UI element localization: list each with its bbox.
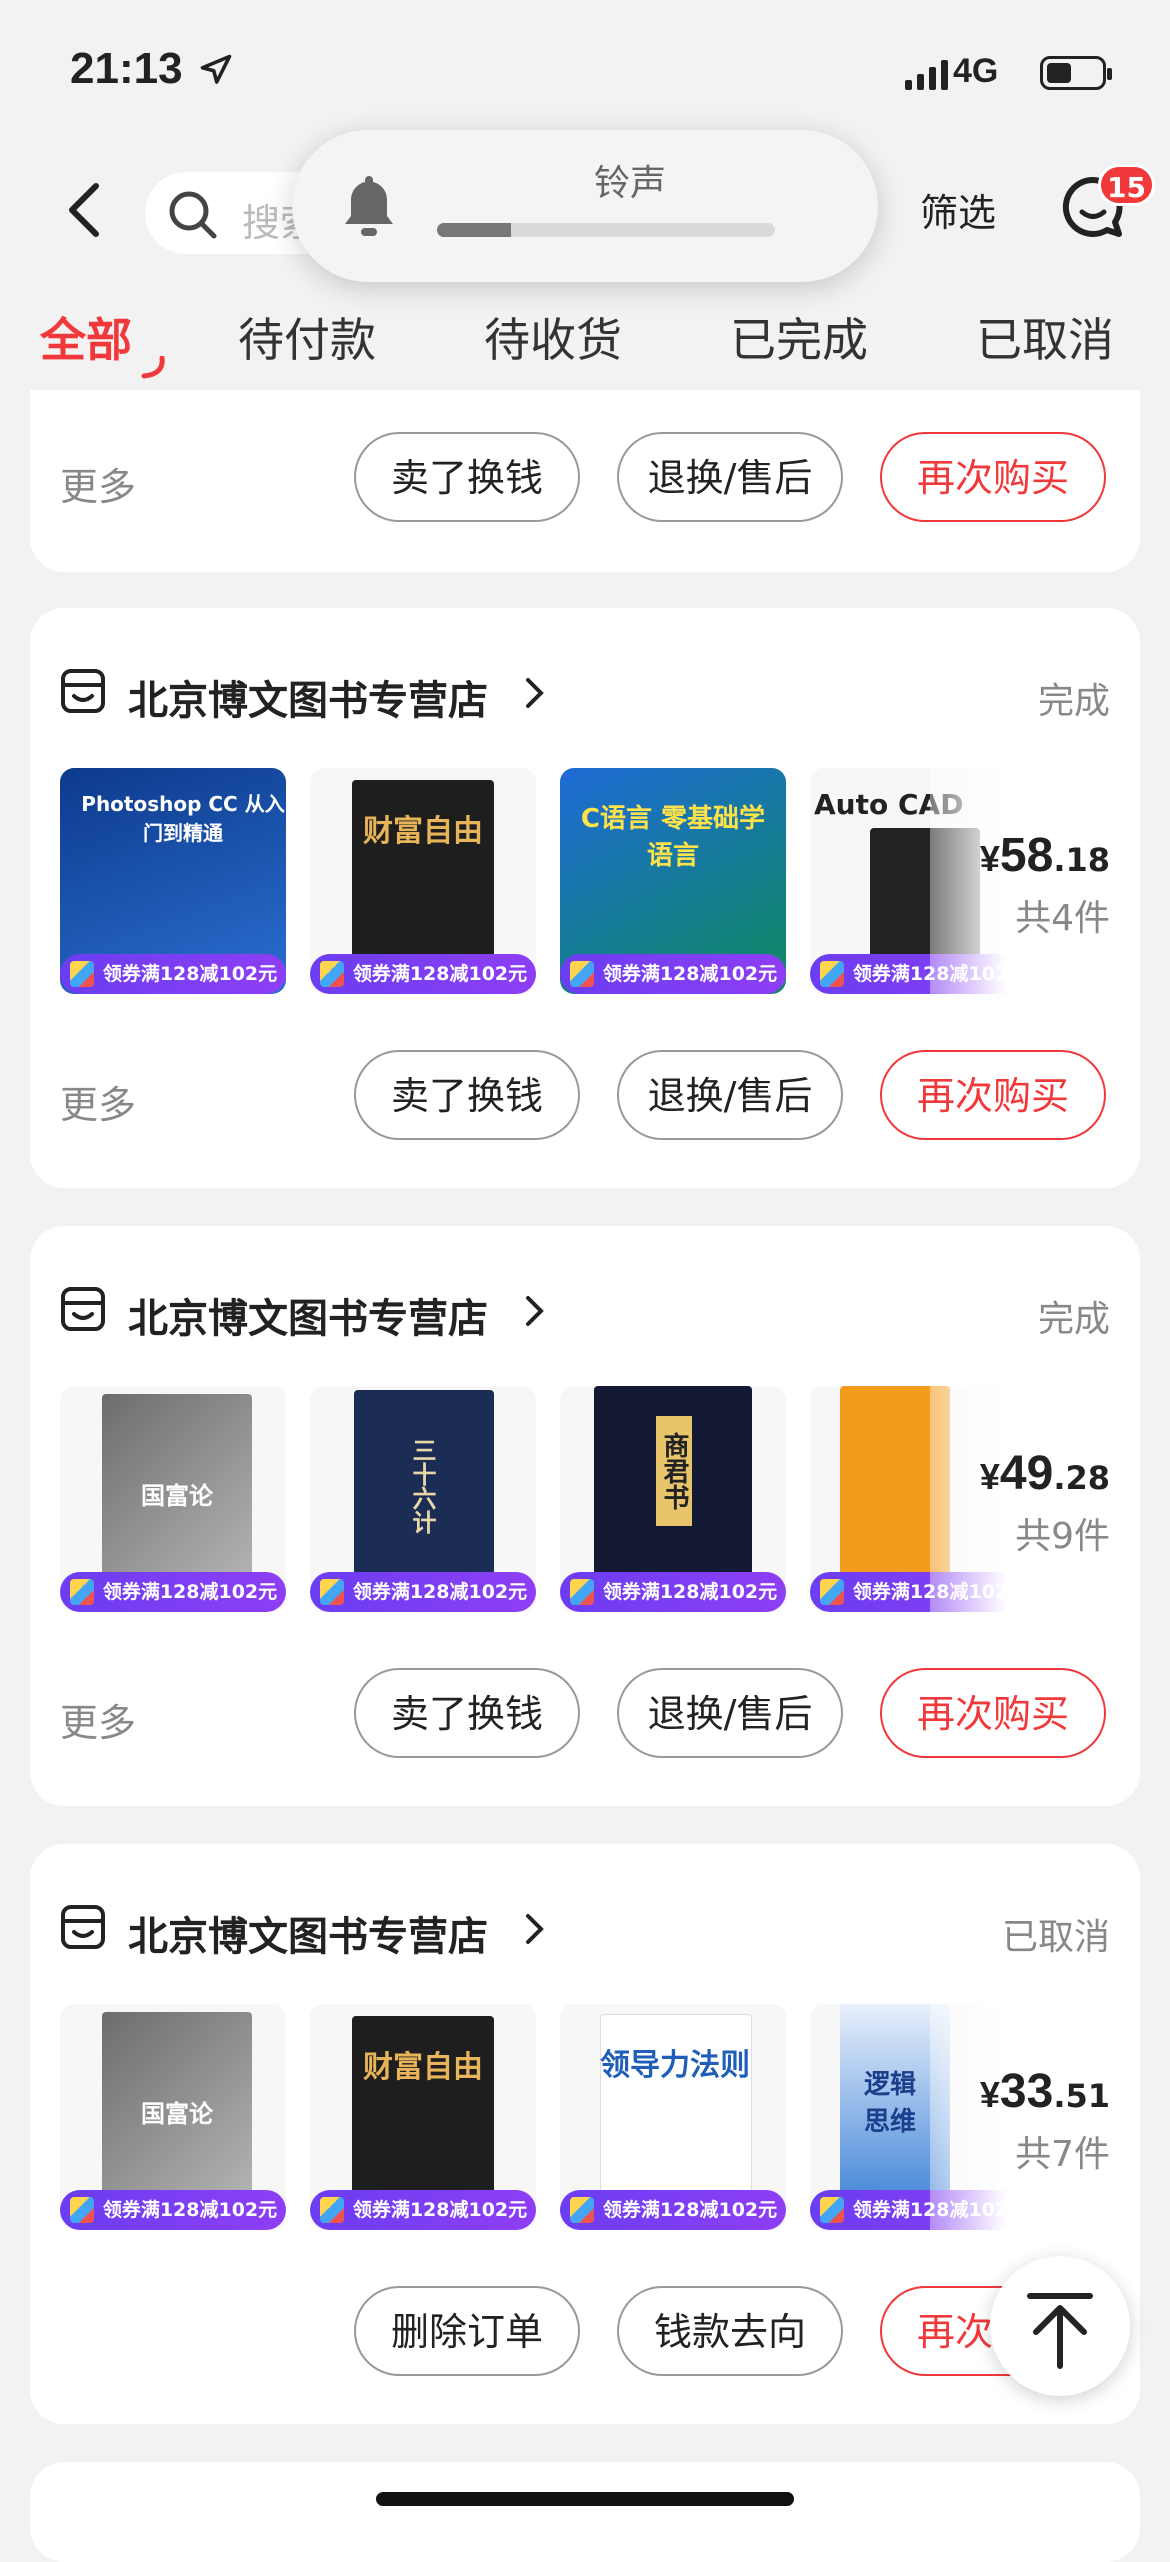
coupon-tag: 领券满128减102元 bbox=[560, 2190, 786, 2230]
tab-pending-receipt[interactable]: 待收货 bbox=[484, 304, 622, 370]
product-thumbnails[interactable]: 国富论 领券满128减102元 财富自由 领券满128减102元 领导力法则 领… bbox=[60, 2004, 1120, 2234]
coupon-tag: 领券满128减102元 bbox=[310, 2190, 536, 2230]
price-decimal: .28 bbox=[1053, 1459, 1110, 1497]
product-thumb[interactable]: 商君书 领券满128减102元 bbox=[560, 1386, 786, 1612]
coupon-tag: 领券满128减102元 bbox=[310, 954, 536, 994]
book-title: 领导力法则 bbox=[600, 2048, 750, 2083]
product-thumbnails[interactable]: Photoshop CC 从入门到精通 领券满128减102元 财富自由 领券满… bbox=[60, 768, 1120, 998]
order-price: ¥49.28 共9件 bbox=[979, 1447, 1110, 1557]
tab-cancelled[interactable]: 已取消 bbox=[976, 304, 1114, 370]
signal-icon bbox=[905, 60, 948, 90]
volume-slider bbox=[437, 223, 775, 237]
buy-again-button[interactable]: 再次购买 bbox=[880, 1050, 1106, 1140]
tab-pending-payment[interactable]: 待付款 bbox=[238, 304, 376, 370]
coupon-tag: 领券满128减102元 bbox=[60, 1572, 286, 1612]
home-indicator bbox=[376, 2492, 794, 2506]
product-thumb[interactable]: 国富论 领券满128减102元 bbox=[60, 1386, 286, 1612]
order-card-partial: 更多 卖了换钱 退换/售后 再次购买 bbox=[30, 390, 1140, 572]
scroll-to-top-button[interactable] bbox=[990, 2256, 1130, 2396]
delete-order-button[interactable]: 删除订单 bbox=[354, 2286, 580, 2376]
item-count: 共4件 bbox=[1015, 898, 1110, 939]
book-title: 三十六计 bbox=[408, 1438, 436, 1534]
order-card-peek bbox=[30, 2462, 1140, 2562]
refund-status-button[interactable]: 钱款去向 bbox=[617, 2286, 843, 2376]
coupon-tag: 领券满128减102元 bbox=[310, 1572, 536, 1612]
price-decimal: .51 bbox=[1053, 2077, 1110, 2115]
store-icon bbox=[61, 669, 105, 713]
product-thumbnails[interactable]: 国富论 领券满128减102元 三十六计 领券满128减102元 商君书 领券满… bbox=[60, 1386, 1120, 1616]
status-bar: 21:13 4G bbox=[0, 0, 1170, 150]
location-arrow-icon bbox=[200, 54, 232, 84]
tab-all[interactable]: 全部 bbox=[40, 304, 132, 370]
price-integer: 58 bbox=[999, 829, 1054, 882]
product-thumb[interactable]: 财富自由 领券满128减102元 bbox=[310, 2004, 536, 2230]
order-tabs: 全部 待付款 待收货 已完成 已取消 bbox=[0, 280, 1170, 390]
price-integer: 33 bbox=[999, 2065, 1054, 2118]
hud-label: 铃声 bbox=[593, 163, 666, 204]
product-thumb[interactable]: 三十六计 领券满128减102元 bbox=[310, 1386, 536, 1612]
order-status: 已取消 bbox=[1001, 1917, 1110, 1958]
book-title: Photoshop CC 从入门到精通 bbox=[81, 792, 285, 845]
return-service-button[interactable]: 退换/售后 bbox=[617, 432, 843, 522]
product-thumb[interactable]: 领导力法则 领券满128减102元 bbox=[560, 2004, 786, 2230]
store-name[interactable]: 北京博文图书专营店 bbox=[128, 1286, 488, 1344]
product-thumb[interactable]: Photoshop CC 从入门到精通 领券满128减102元 bbox=[60, 768, 286, 994]
search-icon bbox=[169, 191, 217, 239]
arrow-up-icon bbox=[1027, 2293, 1093, 2369]
book-title: 逻辑思维 bbox=[863, 2070, 916, 2137]
store-icon bbox=[61, 1905, 105, 1949]
store-name[interactable]: 北京博文图书专营店 bbox=[128, 668, 488, 726]
chevron-right-icon bbox=[526, 1914, 544, 1944]
store-icon bbox=[61, 1287, 105, 1331]
item-count: 共9件 bbox=[1015, 1516, 1110, 1557]
order-status: 完成 bbox=[1037, 681, 1110, 722]
product-thumb[interactable]: 国富论 领券满128减102元 bbox=[60, 2004, 286, 2230]
product-thumb[interactable]: C语言 零基础学语言 领券满128减102元 bbox=[560, 768, 786, 994]
product-thumb[interactable]: 财富自由 领券满128减102元 bbox=[310, 768, 536, 994]
sell-button[interactable]: 卖了换钱 bbox=[354, 432, 580, 522]
book-title: 国富论 bbox=[141, 1482, 213, 1510]
order-price: ¥58.18 共4件 bbox=[979, 829, 1110, 939]
volume-level bbox=[437, 223, 512, 237]
more-link[interactable]: 更多 bbox=[60, 1074, 136, 1129]
book-title: 商君书 bbox=[656, 1416, 692, 1526]
item-count: 共7件 bbox=[1015, 2134, 1110, 2175]
chevron-right-icon bbox=[526, 678, 544, 708]
network-type: 4G bbox=[953, 52, 999, 90]
return-service-button[interactable]: 退换/售后 bbox=[617, 1668, 843, 1758]
tab-completed[interactable]: 已完成 bbox=[730, 304, 868, 370]
active-tab-indicator bbox=[141, 356, 165, 379]
order-status: 完成 bbox=[1037, 1299, 1110, 1340]
price-decimal: .18 bbox=[1053, 841, 1110, 879]
book-title: 财富自由 bbox=[363, 814, 483, 849]
order-card: 北京博文图书专营店 完成 Photoshop CC 从入门到精通 领券满128减… bbox=[30, 608, 1140, 1188]
buy-again-button[interactable]: 再次购买 bbox=[880, 1668, 1106, 1758]
order-card: 北京博文图书专营店 已取消 国富论 领券满128减102元 财富自由 领券满12… bbox=[30, 1844, 1140, 2424]
ringtone-volume-hud: 铃声 bbox=[292, 130, 878, 282]
status-time: 21:13 bbox=[70, 44, 183, 93]
store-name[interactable]: 北京博文图书专营店 bbox=[128, 1904, 488, 1962]
sell-button[interactable]: 卖了换钱 bbox=[354, 1050, 580, 1140]
filter-button[interactable]: 筛选 bbox=[920, 182, 996, 237]
coupon-tag: 领券满128减102元 bbox=[60, 954, 286, 994]
order-price: ¥33.51 共7件 bbox=[979, 2065, 1110, 2175]
coupon-tag: 领券满128减102元 bbox=[60, 2190, 286, 2230]
message-count-badge: 15 bbox=[1098, 164, 1155, 206]
more-link[interactable]: 更多 bbox=[60, 1692, 136, 1747]
coupon-tag: 领券满128减102元 bbox=[560, 1572, 786, 1612]
buy-again-button[interactable]: 再次购买 bbox=[880, 432, 1106, 522]
book-title: 财富自由 bbox=[363, 2050, 483, 2085]
return-service-button[interactable]: 退换/售后 bbox=[617, 1050, 843, 1140]
chevron-right-icon bbox=[526, 1296, 544, 1326]
price-integer: 49 bbox=[999, 1447, 1054, 1500]
order-card: 北京博文图书专营店 完成 国富论 领券满128减102元 三十六计 领券满128… bbox=[30, 1226, 1140, 1806]
more-link[interactable]: 更多 bbox=[60, 456, 136, 511]
sell-button[interactable]: 卖了换钱 bbox=[354, 1668, 580, 1758]
back-chevron-icon[interactable] bbox=[60, 180, 110, 240]
book-title: 国富论 bbox=[141, 2100, 213, 2128]
book-title: C语言 零基础学语言 bbox=[580, 804, 766, 871]
coupon-tag: 领券满128减102元 bbox=[560, 954, 786, 994]
battery-icon bbox=[1040, 56, 1112, 90]
